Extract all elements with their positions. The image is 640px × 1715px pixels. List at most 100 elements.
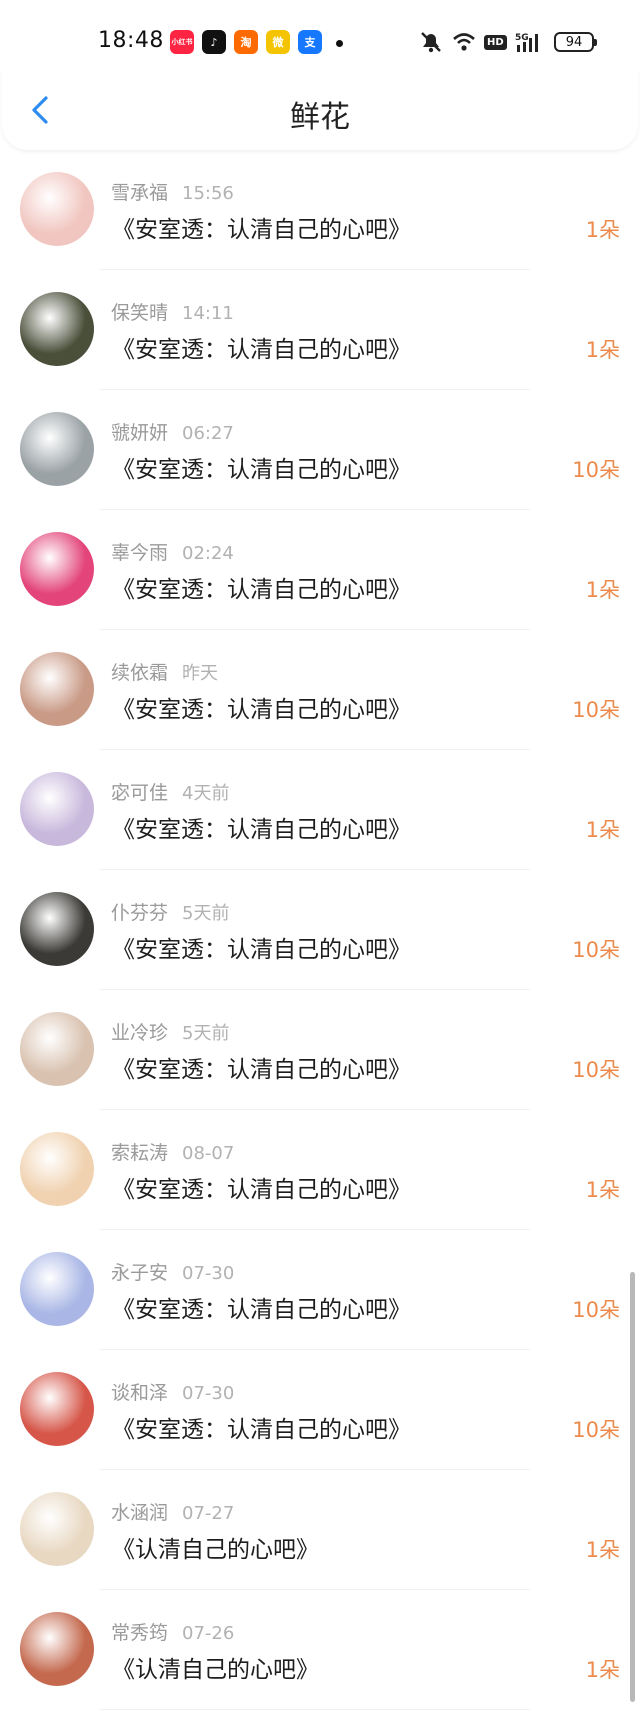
sender-name[interactable]: 辜今雨 bbox=[111, 542, 168, 564]
avatar[interactable] bbox=[20, 1252, 94, 1326]
flower-message: 《认清自己的心吧》 bbox=[112, 1537, 319, 1563]
avatar[interactable] bbox=[20, 292, 94, 366]
avatar[interactable] bbox=[20, 1612, 94, 1686]
sent-time: 5天前 bbox=[182, 1023, 230, 1044]
flower-message: 《安室透：认清自己的心吧》 bbox=[112, 817, 411, 843]
sender-meta: 水涵润 07-27 bbox=[111, 1498, 234, 1525]
flower-list-item[interactable]: 业冷珍 5天前 《安室透：认清自己的心吧》 10朵 bbox=[0, 990, 640, 1110]
sender-name[interactable]: 雪承福 bbox=[111, 182, 168, 204]
flower-count: 10朵 bbox=[572, 698, 620, 722]
sender-name[interactable]: 谈和泽 bbox=[111, 1382, 168, 1404]
status-time: 18:48 bbox=[98, 28, 164, 53]
system-icons: HD 5G bbox=[418, 30, 543, 54]
avatar[interactable] bbox=[20, 1012, 94, 1086]
avatar[interactable] bbox=[20, 652, 94, 726]
sent-time: 4天前 bbox=[182, 783, 230, 804]
avatar[interactable] bbox=[20, 172, 94, 246]
flower-list-item[interactable]: 辜今雨 02:24 《安室透：认清自己的心吧》 1朵 bbox=[0, 510, 640, 630]
flower-list-item[interactable]: 水涵润 07-27 《认清自己的心吧》 1朵 bbox=[0, 1470, 640, 1590]
sent-time: 15:56 bbox=[182, 183, 234, 204]
scrollbar[interactable] bbox=[630, 1272, 635, 1702]
flower-list-item[interactable]: 谈和泽 07-30 《安室透：认清自己的心吧》 10朵 bbox=[0, 1350, 640, 1470]
flower-list-item[interactable]: 常秀筠 07-26 《认清自己的心吧》 1朵 bbox=[0, 1590, 640, 1710]
flower-list-item[interactable]: 仆芬芬 5天前《安室透：认清自己的心吧》 10朵 bbox=[0, 870, 640, 990]
sent-time: 07-30 bbox=[182, 1383, 235, 1404]
taobao-icon: 淘 bbox=[234, 30, 258, 54]
flower-count: 1朵 bbox=[585, 218, 620, 242]
sender-name[interactable]: 常秀筠 bbox=[111, 1622, 168, 1644]
sender-meta: 索耘涛 08-07 bbox=[111, 1138, 234, 1165]
sender-name[interactable]: 仆芬芬 bbox=[111, 902, 168, 924]
sent-time: 06:27 bbox=[182, 423, 234, 444]
mute-icon bbox=[421, 32, 441, 53]
notification-app-icons: 小红书 ♪ 淘微支 bbox=[170, 30, 322, 54]
battery-indicator: 94 bbox=[554, 32, 597, 52]
sender-meta: 辜今雨 02:24 bbox=[111, 538, 234, 565]
douyin-icon: ♪ bbox=[202, 30, 226, 54]
flower-message: 《安室透：认清自己的心吧》 bbox=[112, 697, 411, 723]
navigation-bar: 鲜花 bbox=[2, 70, 638, 150]
flower-message: 《安室透：认清自己的心吧》 bbox=[112, 937, 411, 963]
sender-meta: 宓可佳 4天前 bbox=[111, 778, 229, 805]
flower-count: 1朵 bbox=[585, 338, 620, 362]
flower-message: 《安室透：认清自己的心吧》 bbox=[112, 1057, 411, 1083]
sender-name[interactable]: 保笑晴 bbox=[111, 302, 168, 324]
avatar[interactable] bbox=[20, 1132, 94, 1206]
sender-name[interactable]: 续依霜 bbox=[111, 662, 168, 684]
xiaohongshu-icon: 小红书 bbox=[170, 30, 194, 54]
avatar[interactable] bbox=[20, 892, 94, 966]
sender-name[interactable]: 宓可佳 bbox=[111, 782, 168, 804]
flower-count: 1朵 bbox=[585, 1178, 620, 1202]
flower-count: 10朵 bbox=[572, 1298, 620, 1322]
more-notifications-dot bbox=[336, 40, 343, 47]
sender-meta: 业冷珍 5天前 bbox=[111, 1018, 229, 1045]
sender-name[interactable]: 索耘涛 bbox=[111, 1142, 168, 1164]
sent-time: 02:24 bbox=[182, 543, 234, 564]
sender-meta: 续依霜 昨天 bbox=[111, 658, 218, 685]
flower-list-item[interactable]: 保笑晴 14:11 《安室透：认清自己的心吧》 1朵 bbox=[0, 270, 640, 390]
sender-meta: 保笑晴 14:11 bbox=[111, 298, 234, 325]
sender-meta: 谈和泽 07-30 bbox=[111, 1378, 234, 1405]
flower-count: 1朵 bbox=[585, 1658, 620, 1682]
flower-list-item[interactable]: 续依霜 昨天《安室透：认清自己的心吧》 10朵 bbox=[0, 630, 640, 750]
avatar[interactable] bbox=[20, 772, 94, 846]
flower-list-item[interactable]: 永子安 07-30 《安室透：认清自己的心吧》 10朵 bbox=[0, 1230, 640, 1350]
avatar[interactable] bbox=[20, 532, 94, 606]
sent-time: 07-27 bbox=[182, 1503, 235, 1524]
svg-text:5G: 5G bbox=[515, 33, 529, 43]
avatar[interactable] bbox=[20, 1492, 94, 1566]
flower-list-item[interactable]: 宓可佳 4天前《安室透：认清自己的心吧》 1朵 bbox=[0, 750, 640, 870]
avatar[interactable] bbox=[20, 412, 94, 486]
sender-meta: 雪承福 15:56 bbox=[111, 178, 234, 205]
flower-list-item[interactable]: 雪承福 15:56 《安室透：认清自己的心吧》 1朵 bbox=[0, 150, 640, 270]
sent-time: 昨天 bbox=[182, 663, 219, 684]
hd-icon: HD bbox=[484, 34, 507, 50]
flower-list-item[interactable]: 虢妍妍 06:27 《安室透：认清自己的心吧》 10朵 bbox=[0, 390, 640, 510]
divider bbox=[100, 1709, 530, 1710]
flower-count: 1朵 bbox=[585, 1538, 620, 1562]
alipay-icon: 支 bbox=[298, 30, 322, 54]
flower-count: 10朵 bbox=[572, 1418, 620, 1442]
sent-time: 5天前 bbox=[182, 903, 230, 924]
flower-count: 1朵 bbox=[585, 818, 620, 842]
flower-message: 《认清自己的心吧》 bbox=[112, 1657, 319, 1683]
flower-message: 《安室透：认清自己的心吧》 bbox=[112, 337, 411, 363]
flower-message: 《安室透：认清自己的心吧》 bbox=[112, 1417, 411, 1443]
sender-name[interactable]: 业冷珍 bbox=[111, 1022, 168, 1044]
flower-list-item[interactable]: 索耘涛 08-07 《安室透：认清自己的心吧》 1朵 bbox=[0, 1110, 640, 1230]
wifi-icon bbox=[453, 33, 475, 51]
flower-message: 《安室透：认清自己的心吧》 bbox=[112, 1177, 411, 1203]
sender-name[interactable]: 虢妍妍 bbox=[111, 422, 168, 444]
sender-name[interactable]: 永子安 bbox=[111, 1262, 168, 1284]
sender-meta: 常秀筠 07-26 bbox=[111, 1618, 234, 1645]
flower-message: 《安室透：认清自己的心吧》 bbox=[112, 1297, 411, 1323]
sent-time: 07-26 bbox=[182, 1623, 235, 1644]
weibo-icon: 微 bbox=[266, 30, 290, 54]
flower-count: 1朵 bbox=[585, 578, 620, 602]
flower-count: 10朵 bbox=[572, 458, 620, 482]
battery-level: 94 bbox=[565, 34, 583, 50]
avatar[interactable] bbox=[20, 1372, 94, 1446]
sender-name[interactable]: 水涵润 bbox=[111, 1502, 168, 1524]
flower-count: 10朵 bbox=[572, 938, 620, 962]
sent-time: 08-07 bbox=[182, 1143, 235, 1164]
